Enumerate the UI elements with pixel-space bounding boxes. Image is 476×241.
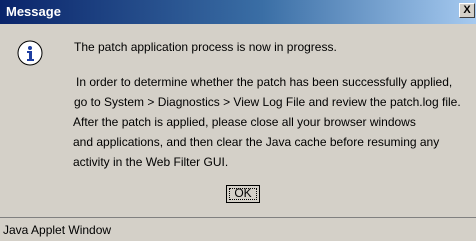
ok-button[interactable]: OK (226, 185, 260, 203)
message-line-5: and applications, and then clear the Jav… (73, 135, 440, 149)
message-line-6: activity in the Web Filter GUI. (73, 155, 229, 169)
message-line-4: After the patch is applied, please close… (73, 115, 416, 129)
title-bar: Message X (0, 0, 476, 24)
message-line-1: The patch application process is now in … (74, 40, 337, 54)
ok-button-label: OK (234, 186, 252, 200)
status-text: Java Applet Window (3, 223, 112, 237)
status-bar: Java Applet Window (0, 217, 476, 241)
close-button[interactable]: X (459, 3, 475, 18)
message-line-2: In order to determine whether the patch … (76, 75, 453, 89)
message-line-3: go to System > Diagnostics > View Log Fi… (74, 95, 461, 109)
window-title: Message (6, 4, 61, 19)
info-icon (17, 40, 43, 66)
